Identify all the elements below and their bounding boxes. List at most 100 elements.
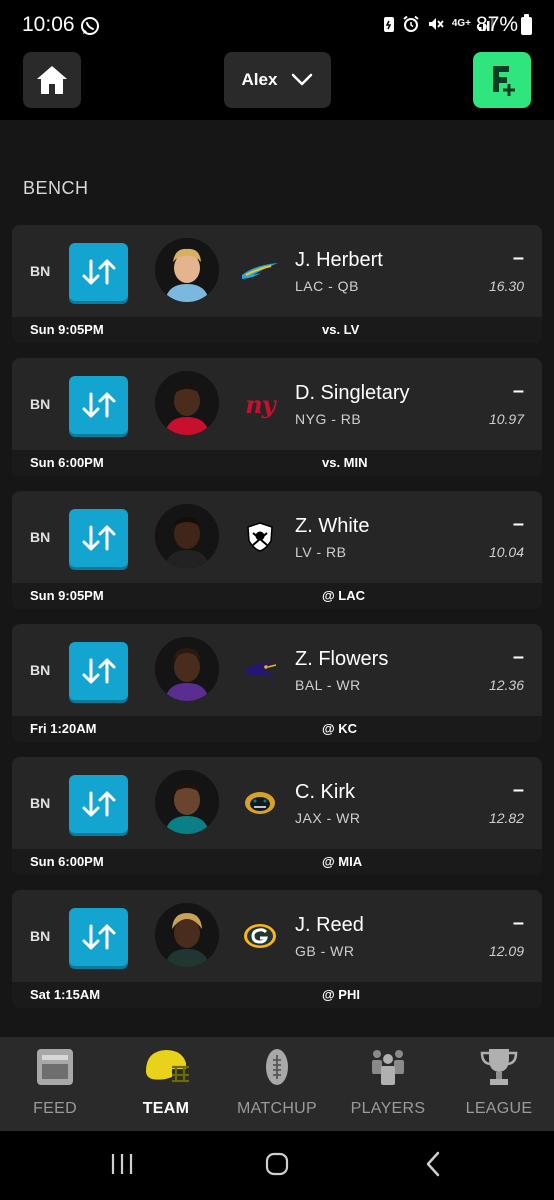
packers-logo-icon — [240, 919, 280, 953]
status-time: 10:06 — [22, 13, 75, 36]
swap-button[interactable] — [69, 509, 128, 567]
player-score: – — [512, 646, 524, 668]
player-card[interactable]: BN J. Reed GB - WR – 12.09 Sat 1:15AM @ … — [12, 890, 542, 1008]
bottom-nav: FEED TEAM MATCHUP PLAYERS LEAGUE — [0, 1037, 554, 1131]
game-time: Sun 9:05PM — [30, 588, 104, 603]
home-system-icon[interactable] — [265, 1152, 289, 1176]
player-card[interactable]: BN Z. White LV - RB – 10.04 Sun 9:05PM @… — [12, 491, 542, 609]
system-nav-bar — [0, 1131, 554, 1200]
swap-button[interactable] — [69, 908, 128, 966]
add-team-icon — [493, 66, 515, 96]
roster-slot: BN — [30, 263, 51, 279]
nav-label: MATCHUP — [236, 1100, 318, 1117]
back-icon[interactable] — [424, 1151, 442, 1177]
player-team-position: LV - RB — [295, 544, 347, 560]
nav-label: LEAGUE — [465, 1100, 533, 1117]
nav-item-league[interactable]: LEAGUE — [444, 1037, 554, 1131]
home-icon — [37, 66, 67, 94]
game-info-bar: Sun 6:00PM vs. MIN — [12, 450, 542, 476]
nav-label: TEAM — [142, 1100, 190, 1117]
nav-item-players[interactable]: PLAYERS — [333, 1037, 443, 1131]
nav-label: PLAYERS — [350, 1100, 426, 1117]
battery-saver-icon — [383, 17, 394, 32]
recent-apps-icon[interactable] — [110, 1153, 134, 1175]
player-avatar[interactable] — [155, 371, 219, 435]
player-card[interactable]: BN J. Herbert LAC - QB – 16.30 Sun 9:05P… — [12, 225, 542, 343]
player-name[interactable]: D. Singletary — [295, 382, 410, 405]
player-avatar[interactable] — [155, 637, 219, 701]
add-team-button[interactable] — [473, 52, 531, 108]
game-time: Sat 1:15AM — [30, 987, 101, 1002]
player-avatar[interactable] — [155, 770, 219, 834]
opponent: vs. MIN — [322, 455, 368, 470]
nav-item-team[interactable]: TEAM — [111, 1037, 221, 1131]
team-selector[interactable]: Alex — [224, 52, 331, 108]
nav-item-matchup[interactable]: MATCHUP — [222, 1037, 332, 1131]
swap-arrows-icon — [82, 658, 115, 684]
chevron-down-icon — [292, 73, 313, 86]
player-score: – — [512, 380, 524, 402]
swap-button[interactable] — [69, 775, 128, 833]
player-avatar[interactable] — [155, 903, 219, 967]
swap-button[interactable] — [69, 243, 128, 301]
ravens-logo-icon — [240, 653, 280, 687]
game-info-bar: Sun 9:05PM @ LAC — [12, 583, 542, 609]
player-projection: 12.09 — [488, 943, 524, 959]
raiders-logo-icon — [240, 520, 280, 554]
player-score: – — [512, 247, 524, 269]
feed-icon — [31, 1046, 79, 1088]
player-card[interactable]: BN C. Kirk JAX - WR – 12.82 Sun 6:00PM @… — [12, 757, 542, 875]
players-icon — [364, 1046, 412, 1088]
network-type: 4G+ — [451, 18, 471, 29]
player-projection: 12.36 — [488, 677, 524, 693]
swap-arrows-icon — [82, 791, 115, 817]
player-name[interactable]: J. Herbert — [295, 249, 383, 272]
player-name[interactable]: J. Reed — [295, 914, 364, 937]
player-score: – — [512, 779, 524, 801]
player-name[interactable]: C. Kirk — [295, 781, 355, 804]
swap-arrows-icon — [82, 259, 115, 285]
swap-button[interactable] — [69, 642, 128, 700]
player-projection: 10.04 — [488, 544, 524, 560]
roster-slot: BN — [30, 928, 51, 944]
player-card[interactable]: BN Z. Flowers BAL - WR – 12.36 Fri 1:20A… — [12, 624, 542, 742]
top-bar: Alex — [0, 50, 554, 120]
section-title: BENCH — [23, 178, 89, 198]
game-time: Sun 9:05PM — [30, 322, 104, 337]
player-name[interactable]: Z. Flowers — [295, 648, 388, 671]
home-button[interactable] — [23, 52, 81, 108]
opponent: vs. LV — [322, 322, 360, 337]
game-info-bar: Sun 9:05PM vs. LV — [12, 317, 542, 343]
trophy-icon — [475, 1046, 523, 1088]
football-icon — [253, 1046, 301, 1088]
player-projection: 10.97 — [488, 411, 524, 427]
nav-item-feed[interactable]: FEED — [0, 1037, 110, 1131]
player-score: – — [512, 912, 524, 934]
nav-label: FEED — [33, 1100, 77, 1117]
roster-slot: BN — [30, 662, 51, 678]
game-time: Fri 1:20AM — [30, 721, 97, 736]
player-card[interactable]: BN ny D. Singletary NYG - RB – 10.97 Sun… — [12, 358, 542, 476]
player-team-position: JAX - WR — [295, 810, 361, 826]
helmet-icon — [142, 1046, 190, 1088]
jaguars-logo-icon — [240, 786, 280, 820]
player-team-position: GB - WR — [295, 943, 355, 959]
roster-slot: BN — [30, 529, 51, 545]
game-info-bar: Sun 6:00PM @ MIA — [12, 849, 542, 875]
player-team-position: LAC - QB — [295, 278, 359, 294]
player-avatar[interactable] — [155, 238, 219, 302]
player-team-position: NYG - RB — [295, 411, 362, 427]
player-name[interactable]: Z. White — [295, 515, 369, 538]
game-info-bar: Fri 1:20AM @ KC — [12, 716, 542, 742]
player-projection: 16.30 — [488, 278, 524, 294]
whatsapp-icon — [81, 17, 99, 35]
alarm-icon — [403, 15, 419, 32]
opponent: @ MIA — [322, 854, 363, 869]
swap-button[interactable] — [69, 376, 128, 434]
player-avatar[interactable] — [155, 504, 219, 568]
battery-icon — [521, 14, 532, 35]
mute-icon — [428, 18, 444, 30]
swap-arrows-icon — [82, 392, 115, 418]
game-time: Sun 6:00PM — [30, 455, 104, 470]
opponent: @ LAC — [322, 588, 366, 603]
